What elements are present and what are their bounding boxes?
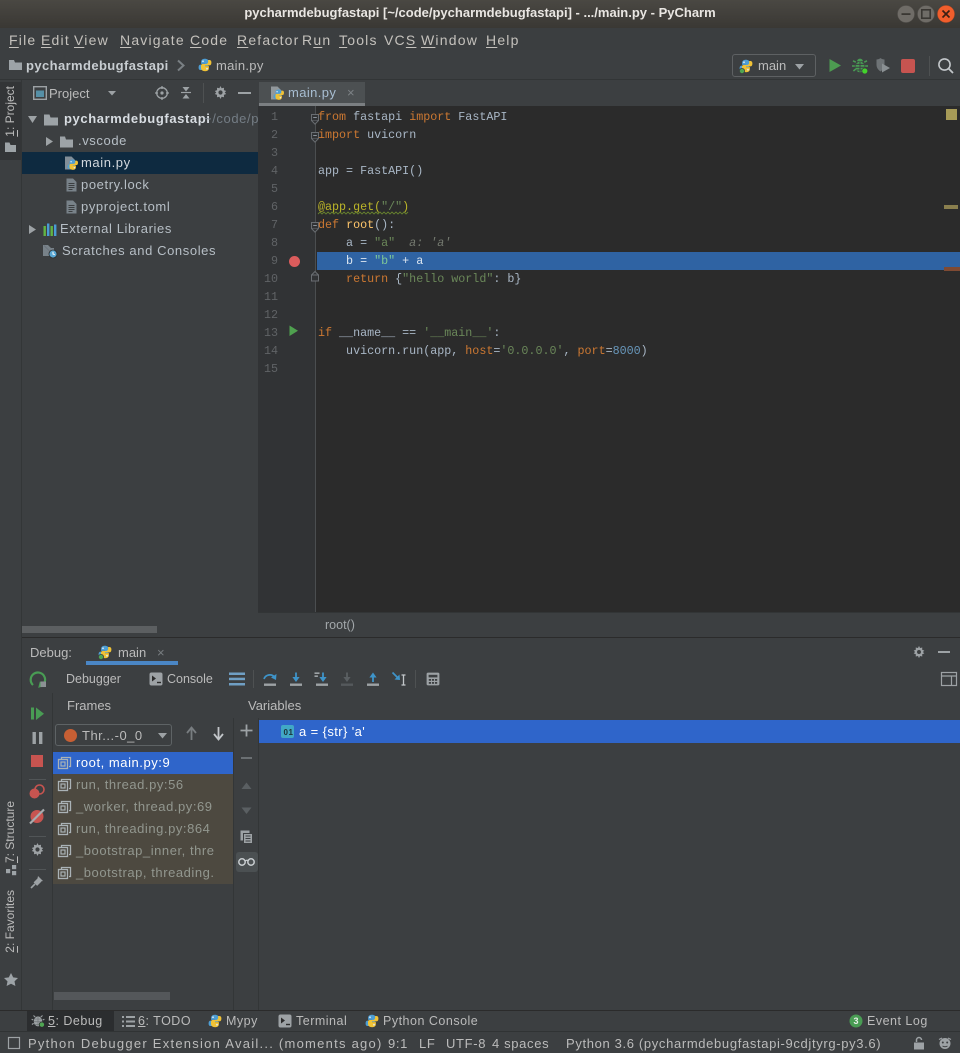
svg-text:3: 3 — [853, 1016, 858, 1026]
